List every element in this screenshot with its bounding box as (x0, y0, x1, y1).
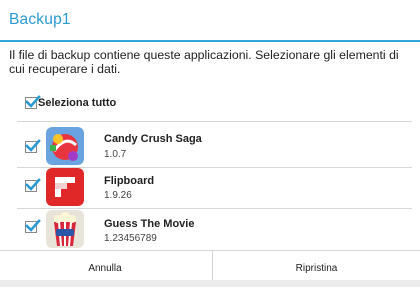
checkmark-icon (25, 139, 41, 152)
guess-the-movie-icon (46, 210, 84, 248)
backup-dialog: Backup1 Il file di backup contiene quest… (0, 0, 420, 280)
app-checkbox[interactable] (25, 178, 41, 192)
select-all-label[interactable]: Seleziona tutto (38, 97, 116, 109)
divider (17, 208, 412, 209)
app-checkbox[interactable] (25, 139, 41, 153)
checkmark-icon (25, 219, 41, 232)
divider (17, 121, 412, 122)
title-divider (0, 40, 420, 42)
candy-crush-icon (46, 127, 84, 165)
flipboard-icon (46, 168, 84, 206)
select-all-checkbox[interactable] (25, 95, 41, 109)
dialog-button-bar: Annulla Ripristina (0, 250, 420, 280)
dialog-title: Backup1 (9, 11, 71, 28)
app-version: 1.0.7 (104, 149, 127, 160)
checkmark-icon (25, 178, 41, 191)
app-version: 1.9.26 (104, 190, 132, 201)
dialog-title-bar: Backup1 (0, 0, 420, 40)
dialog-message: Il file di backup contiene queste applic… (9, 48, 399, 76)
cancel-button[interactable]: Annulla (0, 251, 210, 280)
app-version: 1.23456789 (104, 233, 157, 244)
app-name: Candy Crush Saga (104, 133, 202, 145)
app-checkbox[interactable] (25, 219, 41, 233)
restore-button[interactable]: Ripristina (213, 251, 420, 280)
app-name: Guess The Movie (104, 218, 195, 230)
app-name: Flipboard (104, 175, 155, 187)
